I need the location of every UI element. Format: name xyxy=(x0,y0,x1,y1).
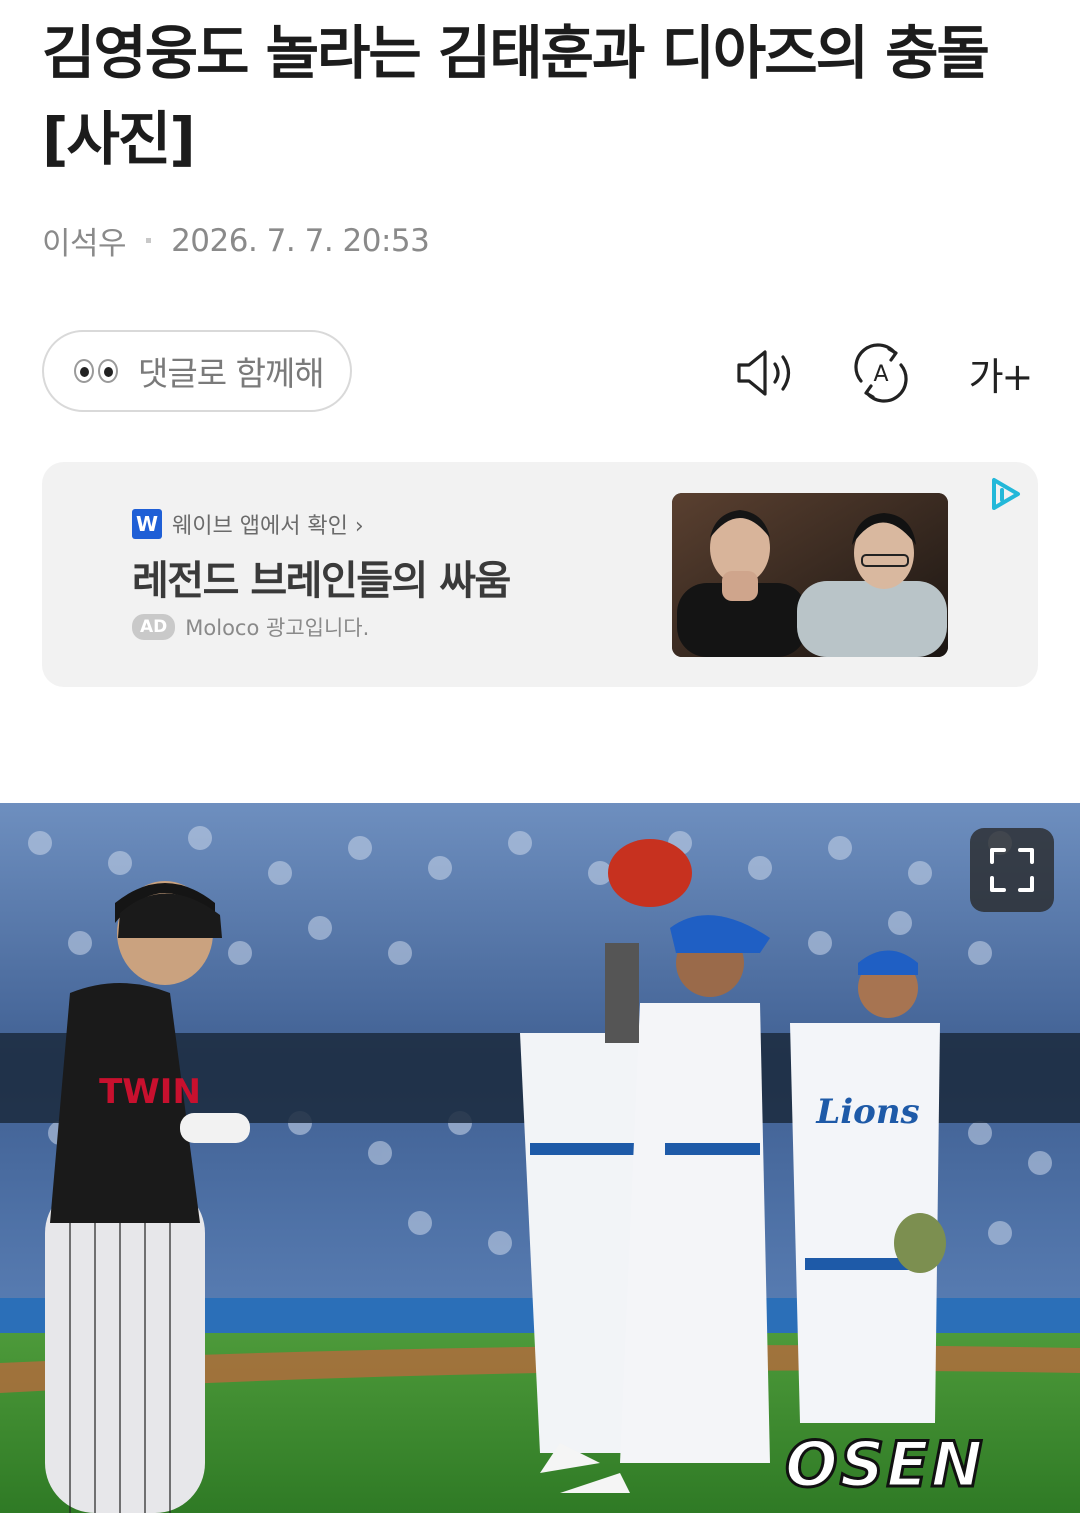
ad-choices-icon[interactable] xyxy=(986,474,1026,514)
article-headline: 김영웅도 놀라는 김태훈과 디아즈의 충돌 [사진] xyxy=(42,19,990,173)
svg-text:TWIN: TWIN xyxy=(99,1072,201,1112)
fullscreen-button[interactable] xyxy=(970,828,1054,912)
article-meta: 이석우 2026. 7. 7. 20:53 xyxy=(42,218,430,263)
ad-disclosure: AD Moloco 광고입니다. xyxy=(132,612,369,642)
speaker-icon xyxy=(737,350,791,396)
author-name[interactable]: 이석우 xyxy=(42,218,127,263)
translate-button[interactable]: A xyxy=(846,338,916,408)
comment-button-label: 댓글로 함께해 xyxy=(138,354,325,393)
publish-datetime: 2026. 7. 7. 20:53 xyxy=(171,222,430,259)
ad-source[interactable]: W 웨이브 앱에서 확인 › xyxy=(132,508,364,540)
eyes-emoji-icon xyxy=(74,359,118,383)
ad-source-label: 웨이브 앱에서 확인 › xyxy=(172,514,364,539)
ad-thumbnail-image[interactable] xyxy=(672,493,948,657)
comment-button[interactable]: 댓글로 함께해 xyxy=(42,330,352,412)
separator-dot xyxy=(146,238,152,243)
article-photo: TWIN Lions xyxy=(0,803,1080,1513)
photo-watermark: OSEN xyxy=(784,1427,985,1503)
listen-button[interactable] xyxy=(730,338,800,408)
text-size-label: 가+ xyxy=(968,354,1034,399)
text-size-button[interactable]: 가+ xyxy=(962,338,1038,408)
svg-text:A: A xyxy=(873,362,888,387)
fullscreen-icon xyxy=(990,848,1034,892)
ad-title[interactable]: 레전드 브레인들의 싸움 xyxy=(132,548,511,606)
svg-text:Lions: Lions xyxy=(815,1092,919,1132)
ad-badge: AD xyxy=(132,614,176,640)
translate-icon: A xyxy=(854,343,908,403)
wavve-logo-icon: W xyxy=(132,509,162,539)
ad-card[interactable]: W 웨이브 앱에서 확인 › 레전드 브레인들의 싸움 AD Moloco 광고… xyxy=(42,462,1038,687)
ad-disclosure-text: Moloco 광고입니다. xyxy=(185,616,370,640)
